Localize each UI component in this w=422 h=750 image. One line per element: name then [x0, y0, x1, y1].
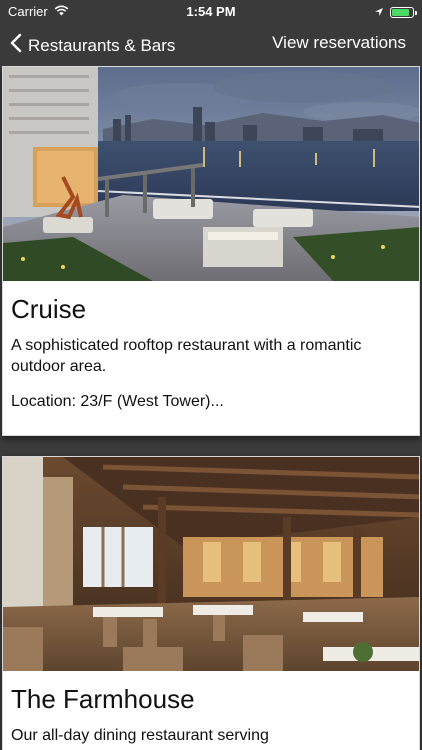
chevron-left-icon [10, 33, 22, 58]
status-right [374, 5, 417, 20]
restaurant-name: The Farmhouse [11, 684, 195, 714]
status-time: 1:54 PM [186, 4, 236, 19]
back-button-label: Restaurants & Bars [28, 35, 176, 55]
restaurant-description: A sophisticated rooftop restaurant with … [11, 337, 362, 375]
location-arrow-icon [374, 5, 384, 20]
restaurant-list[interactable]: Cruise A sophisticated rooftop restauran… [0, 66, 422, 750]
restaurant-description: Our all-day dining restaurant serving [11, 727, 269, 744]
restaurant-name: Cruise [11, 294, 87, 324]
restaurant-location: Location: 23/F (West Tower)... [11, 393, 224, 410]
status-bar: Carrier 1:54 PM [0, 0, 422, 22]
battery-tip [415, 11, 417, 15]
restaurant-photo-rooftop [3, 67, 419, 281]
back-button[interactable]: Restaurants & Bars [10, 33, 175, 58]
restaurant-card-farmhouse[interactable]: The Farmhouse Our all-day dining restaur… [2, 456, 420, 750]
restaurant-photo-dining-hall [3, 457, 419, 671]
restaurant-card-cruise[interactable]: Cruise A sophisticated rooftop restauran… [2, 66, 420, 436]
battery-level [392, 9, 409, 16]
navigation-bar: Restaurants & Bars View reservations [0, 22, 422, 66]
battery-icon [390, 7, 417, 18]
view-reservations-button[interactable]: View reservations [272, 33, 406, 53]
